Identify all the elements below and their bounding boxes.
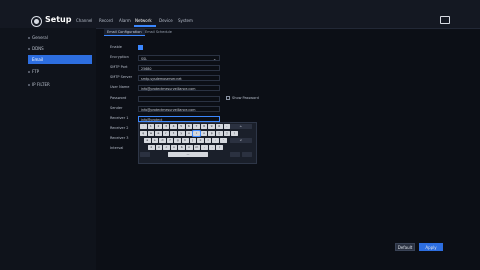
home-icon[interactable] bbox=[440, 16, 450, 24]
receiver-3-label: Receiver 3 bbox=[110, 136, 129, 140]
nav-system[interactable]: System bbox=[178, 18, 193, 23]
key-[[interactable]: [ bbox=[216, 131, 223, 136]
smtp-port-label: SMTP Port bbox=[110, 65, 128, 69]
key-3[interactable]: 3 bbox=[162, 124, 170, 129]
enable-checkbox[interactable] bbox=[138, 45, 143, 50]
key-/[interactable]: / bbox=[216, 145, 223, 150]
nav-active-indicator bbox=[134, 25, 156, 27]
sidebar-ddns-icon bbox=[28, 48, 30, 50]
key-i[interactable]: i bbox=[192, 130, 201, 137]
apply-button[interactable]: Apply bbox=[419, 243, 443, 251]
key-0[interactable]: 0 bbox=[216, 124, 223, 129]
key-6[interactable]: 6 bbox=[185, 124, 193, 129]
key-e[interactable]: e bbox=[155, 131, 162, 136]
backspace-key[interactable]: ← bbox=[230, 124, 252, 129]
sidebar-ipfilter-icon bbox=[28, 84, 30, 86]
receiver-2-label: Receiver 2 bbox=[110, 126, 129, 130]
key-m[interactable]: m bbox=[193, 145, 201, 150]
key-5[interactable]: 5 bbox=[178, 124, 185, 129]
key-backtick[interactable]: ` bbox=[140, 124, 147, 129]
tab-email-configuration[interactable]: Email Configuration bbox=[104, 29, 145, 36]
smtp-server-input[interactable]: smtp.sysdemoserver.net bbox=[138, 75, 220, 81]
arrow-left-key[interactable] bbox=[230, 152, 240, 157]
setup-logo-icon bbox=[31, 16, 42, 27]
sidebar-item-ftp[interactable]: FTP bbox=[32, 69, 39, 74]
password-label: Password bbox=[110, 96, 127, 100]
smtp-port-input[interactable]: 25680 bbox=[138, 65, 220, 71]
smtp-server-label: SMTP Server bbox=[110, 75, 133, 79]
key-9[interactable]: 9 bbox=[208, 124, 215, 129]
nav-channel[interactable]: Channel bbox=[76, 18, 92, 23]
key-1[interactable]: 1 bbox=[147, 124, 155, 129]
enable-label: Enable bbox=[110, 45, 122, 49]
sidebar-ftp-icon bbox=[28, 71, 30, 73]
arrow-right-key[interactable] bbox=[242, 152, 252, 157]
nav-record[interactable]: Record bbox=[99, 18, 113, 23]
key-q[interactable]: q bbox=[140, 131, 147, 136]
user-name-input[interactable]: info@protectmesurveillance.com bbox=[138, 85, 220, 91]
key-l[interactable]: l bbox=[204, 138, 212, 143]
password-input[interactable] bbox=[138, 96, 220, 102]
top-bar: Setup Channel Record Alarm Network Devic… bbox=[0, 0, 480, 29]
shift-key[interactable] bbox=[140, 152, 150, 157]
key-,[interactable]: , bbox=[201, 145, 208, 150]
key-7[interactable]: 7 bbox=[193, 124, 200, 129]
key-o[interactable]: o bbox=[200, 131, 208, 136]
key-r[interactable]: r bbox=[162, 131, 170, 136]
sidebar-general-icon bbox=[28, 37, 30, 39]
sidebar-item-email[interactable]: Email bbox=[32, 57, 43, 62]
key-\[interactable]: \ bbox=[231, 131, 238, 136]
key-j[interactable]: j bbox=[189, 138, 197, 143]
tab-email-schedule[interactable]: Email Schedule bbox=[142, 29, 175, 35]
key-k[interactable]: k bbox=[197, 138, 204, 143]
key-c[interactable]: c bbox=[163, 145, 170, 150]
key-2[interactable]: 2 bbox=[155, 124, 162, 129]
key-g[interactable]: g bbox=[174, 138, 181, 143]
key-h[interactable]: h bbox=[182, 138, 189, 143]
key-f[interactable]: f bbox=[166, 138, 174, 143]
key-p[interactable]: p bbox=[208, 131, 215, 136]
default-button[interactable]: Default bbox=[395, 243, 415, 251]
chevron-down-icon: ⌄ bbox=[213, 56, 217, 61]
key-n[interactable]: n bbox=[186, 145, 193, 150]
key-b[interactable]: b bbox=[178, 145, 185, 150]
show-password-checkbox[interactable] bbox=[226, 96, 230, 100]
sender-label: Sender bbox=[110, 106, 123, 110]
interval-label: Interval bbox=[110, 146, 124, 150]
key-u[interactable]: u bbox=[185, 131, 193, 136]
receiver-1-label: Receiver 1 bbox=[110, 116, 129, 120]
sidebar bbox=[0, 28, 96, 270]
sender-input[interactable]: info@protectmesurveillance.com bbox=[138, 106, 220, 112]
app-title: Setup bbox=[45, 15, 72, 24]
encryption-label: Encryption bbox=[110, 55, 129, 59]
key-.[interactable]: . bbox=[208, 145, 216, 150]
key-w[interactable]: w bbox=[147, 131, 155, 136]
show-password-label: Show Password bbox=[232, 96, 259, 100]
key-;[interactable]: ; bbox=[212, 138, 219, 143]
key-4[interactable]: 4 bbox=[170, 124, 177, 129]
encryption-select[interactable]: SSL bbox=[138, 55, 220, 61]
key-v[interactable]: v bbox=[170, 145, 178, 150]
key-a[interactable]: a bbox=[144, 138, 151, 143]
sidebar-item-ip-filter[interactable]: IP FILTER bbox=[32, 82, 50, 87]
key-x[interactable]: x bbox=[155, 145, 163, 150]
nav-device[interactable]: Device bbox=[159, 18, 173, 23]
nav-network[interactable]: Network bbox=[135, 18, 152, 23]
key-8[interactable]: 8 bbox=[200, 124, 208, 129]
key-d[interactable]: d bbox=[159, 138, 166, 143]
sidebar-item-general[interactable]: General bbox=[32, 35, 48, 40]
enter-key[interactable]: ↵ bbox=[230, 138, 252, 143]
key-'[interactable]: ' bbox=[220, 138, 227, 143]
key-s[interactable]: s bbox=[151, 138, 159, 143]
nav-alarm[interactable]: Alarm bbox=[119, 18, 131, 23]
key-][interactable]: ] bbox=[223, 131, 231, 136]
key-y[interactable]: y bbox=[178, 131, 185, 136]
sidebar-item-ddns[interactable]: DDNS bbox=[32, 46, 44, 51]
space-key[interactable]: — bbox=[168, 152, 208, 157]
user-name-label: User Name bbox=[110, 85, 130, 89]
key-z[interactable]: z bbox=[148, 145, 155, 150]
key-t[interactable]: t bbox=[170, 131, 177, 136]
